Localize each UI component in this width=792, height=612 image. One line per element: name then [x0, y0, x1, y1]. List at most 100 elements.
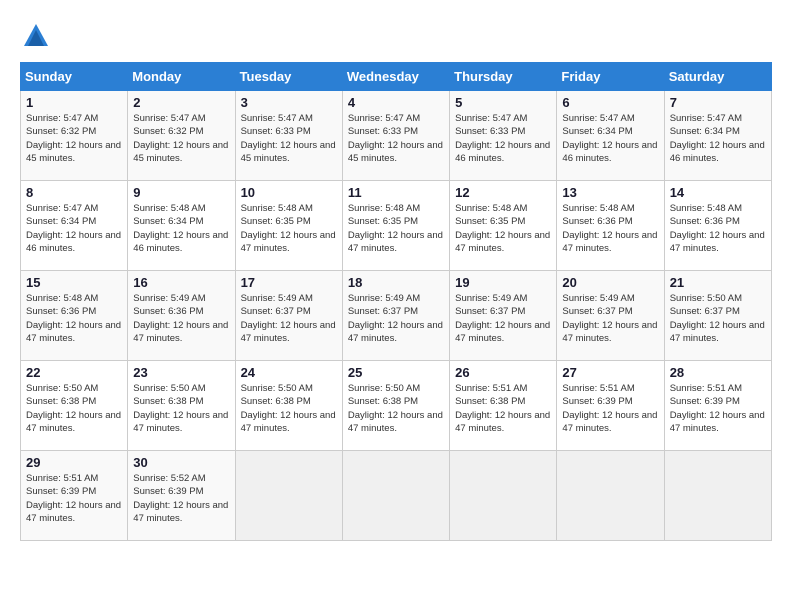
weekday-header: Saturday: [664, 63, 771, 91]
day-detail: Sunrise: 5:51 AMSunset: 6:38 PMDaylight:…: [455, 383, 550, 434]
calendar-cell: 7 Sunrise: 5:47 AMSunset: 6:34 PMDayligh…: [664, 91, 771, 181]
header: [20, 20, 772, 52]
day-detail: Sunrise: 5:52 AMSunset: 6:39 PMDaylight:…: [133, 473, 228, 524]
day-detail: Sunrise: 5:47 AMSunset: 6:34 PMDaylight:…: [670, 113, 765, 164]
calendar-cell: 13 Sunrise: 5:48 AMSunset: 6:36 PMDaylig…: [557, 181, 664, 271]
calendar-cell: 12 Sunrise: 5:48 AMSunset: 6:35 PMDaylig…: [450, 181, 557, 271]
day-detail: Sunrise: 5:49 AMSunset: 6:37 PMDaylight:…: [562, 293, 657, 344]
day-number: 5: [455, 95, 551, 110]
day-number: 26: [455, 365, 551, 380]
calendar-cell: 5 Sunrise: 5:47 AMSunset: 6:33 PMDayligh…: [450, 91, 557, 181]
calendar-cell: 15 Sunrise: 5:48 AMSunset: 6:36 PMDaylig…: [21, 271, 128, 361]
logo-icon: [20, 20, 52, 52]
calendar-cell: 27 Sunrise: 5:51 AMSunset: 6:39 PMDaylig…: [557, 361, 664, 451]
day-detail: Sunrise: 5:50 AMSunset: 6:38 PMDaylight:…: [241, 383, 336, 434]
day-number: 22: [26, 365, 122, 380]
weekday-header: Friday: [557, 63, 664, 91]
calendar-cell: 18 Sunrise: 5:49 AMSunset: 6:37 PMDaylig…: [342, 271, 449, 361]
day-number: 25: [348, 365, 444, 380]
logo: [20, 20, 56, 52]
calendar-cell: 6 Sunrise: 5:47 AMSunset: 6:34 PMDayligh…: [557, 91, 664, 181]
day-detail: Sunrise: 5:50 AMSunset: 6:38 PMDaylight:…: [348, 383, 443, 434]
day-detail: Sunrise: 5:50 AMSunset: 6:37 PMDaylight:…: [670, 293, 765, 344]
day-detail: Sunrise: 5:47 AMSunset: 6:34 PMDaylight:…: [26, 203, 121, 254]
calendar-cell: 10 Sunrise: 5:48 AMSunset: 6:35 PMDaylig…: [235, 181, 342, 271]
weekday-header-row: SundayMondayTuesdayWednesdayThursdayFrid…: [21, 63, 772, 91]
day-number: 17: [241, 275, 337, 290]
calendar-cell: 19 Sunrise: 5:49 AMSunset: 6:37 PMDaylig…: [450, 271, 557, 361]
day-detail: Sunrise: 5:51 AMSunset: 6:39 PMDaylight:…: [26, 473, 121, 524]
day-number: 18: [348, 275, 444, 290]
calendar-cell: 20 Sunrise: 5:49 AMSunset: 6:37 PMDaylig…: [557, 271, 664, 361]
calendar-cell: 29 Sunrise: 5:51 AMSunset: 6:39 PMDaylig…: [21, 451, 128, 541]
day-number: 27: [562, 365, 658, 380]
day-number: 14: [670, 185, 766, 200]
day-number: 6: [562, 95, 658, 110]
day-detail: Sunrise: 5:51 AMSunset: 6:39 PMDaylight:…: [670, 383, 765, 434]
calendar-cell: 23 Sunrise: 5:50 AMSunset: 6:38 PMDaylig…: [128, 361, 235, 451]
day-detail: Sunrise: 5:48 AMSunset: 6:35 PMDaylight:…: [455, 203, 550, 254]
calendar-cell: 14 Sunrise: 5:48 AMSunset: 6:36 PMDaylig…: [664, 181, 771, 271]
calendar-cell: 16 Sunrise: 5:49 AMSunset: 6:36 PMDaylig…: [128, 271, 235, 361]
day-detail: Sunrise: 5:51 AMSunset: 6:39 PMDaylight:…: [562, 383, 657, 434]
calendar-week-row: 29 Sunrise: 5:51 AMSunset: 6:39 PMDaylig…: [21, 451, 772, 541]
day-number: 12: [455, 185, 551, 200]
day-detail: Sunrise: 5:47 AMSunset: 6:33 PMDaylight:…: [241, 113, 336, 164]
day-detail: Sunrise: 5:49 AMSunset: 6:37 PMDaylight:…: [241, 293, 336, 344]
day-detail: Sunrise: 5:47 AMSunset: 6:34 PMDaylight:…: [562, 113, 657, 164]
calendar-cell: 1 Sunrise: 5:47 AMSunset: 6:32 PMDayligh…: [21, 91, 128, 181]
day-number: 24: [241, 365, 337, 380]
day-detail: Sunrise: 5:49 AMSunset: 6:37 PMDaylight:…: [348, 293, 443, 344]
calendar-cell: 17 Sunrise: 5:49 AMSunset: 6:37 PMDaylig…: [235, 271, 342, 361]
calendar-cell: [342, 451, 449, 541]
weekday-header: Thursday: [450, 63, 557, 91]
day-detail: Sunrise: 5:47 AMSunset: 6:32 PMDaylight:…: [26, 113, 121, 164]
calendar-cell: 30 Sunrise: 5:52 AMSunset: 6:39 PMDaylig…: [128, 451, 235, 541]
calendar-week-row: 8 Sunrise: 5:47 AMSunset: 6:34 PMDayligh…: [21, 181, 772, 271]
day-detail: Sunrise: 5:49 AMSunset: 6:37 PMDaylight:…: [455, 293, 550, 344]
weekday-header: Wednesday: [342, 63, 449, 91]
day-number: 15: [26, 275, 122, 290]
calendar-table: SundayMondayTuesdayWednesdayThursdayFrid…: [20, 62, 772, 541]
day-detail: Sunrise: 5:50 AMSunset: 6:38 PMDaylight:…: [26, 383, 121, 434]
calendar-week-row: 15 Sunrise: 5:48 AMSunset: 6:36 PMDaylig…: [21, 271, 772, 361]
day-detail: Sunrise: 5:47 AMSunset: 6:33 PMDaylight:…: [455, 113, 550, 164]
day-number: 30: [133, 455, 229, 470]
weekday-header: Tuesday: [235, 63, 342, 91]
calendar-cell: 28 Sunrise: 5:51 AMSunset: 6:39 PMDaylig…: [664, 361, 771, 451]
calendar-cell: 8 Sunrise: 5:47 AMSunset: 6:34 PMDayligh…: [21, 181, 128, 271]
calendar-cell: 4 Sunrise: 5:47 AMSunset: 6:33 PMDayligh…: [342, 91, 449, 181]
calendar-cell: 3 Sunrise: 5:47 AMSunset: 6:33 PMDayligh…: [235, 91, 342, 181]
weekday-header: Sunday: [21, 63, 128, 91]
calendar-week-row: 22 Sunrise: 5:50 AMSunset: 6:38 PMDaylig…: [21, 361, 772, 451]
calendar-week-row: 1 Sunrise: 5:47 AMSunset: 6:32 PMDayligh…: [21, 91, 772, 181]
day-number: 28: [670, 365, 766, 380]
day-number: 11: [348, 185, 444, 200]
day-detail: Sunrise: 5:48 AMSunset: 6:36 PMDaylight:…: [26, 293, 121, 344]
calendar-cell: 11 Sunrise: 5:48 AMSunset: 6:35 PMDaylig…: [342, 181, 449, 271]
day-detail: Sunrise: 5:50 AMSunset: 6:38 PMDaylight:…: [133, 383, 228, 434]
calendar-cell: 24 Sunrise: 5:50 AMSunset: 6:38 PMDaylig…: [235, 361, 342, 451]
calendar-cell: [235, 451, 342, 541]
weekday-header: Monday: [128, 63, 235, 91]
calendar-cell: 2 Sunrise: 5:47 AMSunset: 6:32 PMDayligh…: [128, 91, 235, 181]
calendar-cell: 21 Sunrise: 5:50 AMSunset: 6:37 PMDaylig…: [664, 271, 771, 361]
day-number: 23: [133, 365, 229, 380]
calendar-cell: [664, 451, 771, 541]
day-number: 20: [562, 275, 658, 290]
day-detail: Sunrise: 5:48 AMSunset: 6:34 PMDaylight:…: [133, 203, 228, 254]
day-number: 4: [348, 95, 444, 110]
day-number: 7: [670, 95, 766, 110]
calendar-cell: 26 Sunrise: 5:51 AMSunset: 6:38 PMDaylig…: [450, 361, 557, 451]
calendar-cell: 25 Sunrise: 5:50 AMSunset: 6:38 PMDaylig…: [342, 361, 449, 451]
day-number: 10: [241, 185, 337, 200]
day-number: 19: [455, 275, 551, 290]
day-number: 13: [562, 185, 658, 200]
day-number: 3: [241, 95, 337, 110]
day-number: 8: [26, 185, 122, 200]
day-detail: Sunrise: 5:47 AMSunset: 6:33 PMDaylight:…: [348, 113, 443, 164]
day-number: 21: [670, 275, 766, 290]
calendar-cell: [450, 451, 557, 541]
day-number: 9: [133, 185, 229, 200]
day-detail: Sunrise: 5:48 AMSunset: 6:36 PMDaylight:…: [562, 203, 657, 254]
